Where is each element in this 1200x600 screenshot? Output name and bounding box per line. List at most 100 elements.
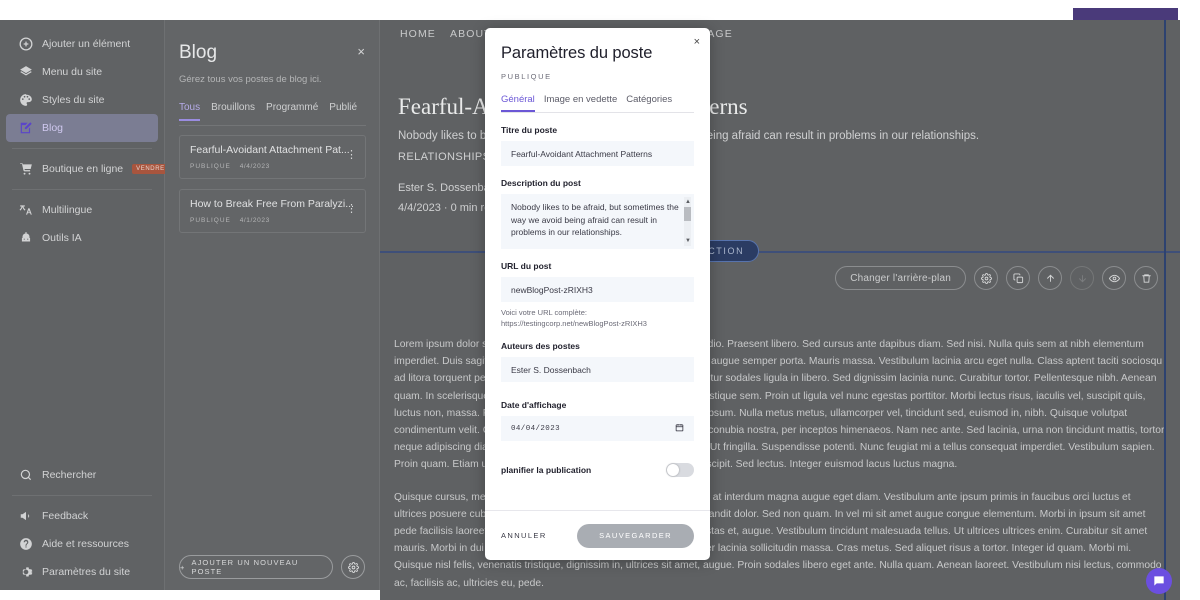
arrow-up-icon[interactable] xyxy=(1038,266,1062,290)
sidebar-item-label: Feedback xyxy=(42,510,89,522)
modal-header: Paramètres du poste PUBLIQUE xyxy=(485,28,710,81)
authors-field-label: Auteurs des postes xyxy=(501,341,580,351)
plus-circle-icon xyxy=(18,37,33,52)
palette-icon xyxy=(18,93,33,108)
description-field[interactable]: Nobody likes to be afraid, but sometimes… xyxy=(501,194,694,249)
sidebar-item-menu-du-site[interactable]: Menu du site xyxy=(6,58,158,86)
modal-body: Titre du poste Fearful-Avoidant Attachme… xyxy=(485,113,710,560)
browser-top-strip xyxy=(0,0,1200,20)
eye-icon[interactable] xyxy=(1102,266,1126,290)
calendar-icon[interactable] xyxy=(675,423,684,435)
sidebar-item-label: Rechercher xyxy=(42,469,97,481)
date-field-value: 04/04/2023 xyxy=(511,424,561,433)
canvas-toolbar: Changer l'arrière-plan xyxy=(835,266,1158,290)
add-new-post-button[interactable]: + AJOUTER UN NOUVEAU POSTE xyxy=(179,555,333,579)
sidebar-item-multilingue[interactable]: Multilingue xyxy=(6,196,158,224)
panel-tabs: Tous Brouillons Programmé Publié xyxy=(179,102,366,121)
modal-title: Paramètres du poste xyxy=(501,44,653,62)
question-circle-icon xyxy=(18,537,33,552)
toggle-knob xyxy=(667,464,679,476)
cancel-button[interactable]: ANNULER xyxy=(501,531,547,540)
sidebar-item-blog[interactable]: Blog xyxy=(6,114,158,142)
display-date-field[interactable]: 04/04/2023 xyxy=(501,416,694,441)
close-icon[interactable]: × xyxy=(694,36,700,48)
title-field[interactable]: Fearful-Avoidant Attachment Patterns xyxy=(501,141,694,166)
tab-programme[interactable]: Programmé xyxy=(266,102,318,121)
tab-image-en-vedette[interactable]: Image en vedette xyxy=(544,94,617,112)
rail-primary-items: Ajouter un élément Menu du site Styles d… xyxy=(0,20,169,252)
tab-categories[interactable]: Catégories xyxy=(626,94,672,112)
schedule-publication-toggle[interactable] xyxy=(666,463,694,477)
blog-settings-gear-icon[interactable] xyxy=(341,555,365,579)
url-field[interactable]: newBlogPost-zRIXH3 xyxy=(501,277,694,302)
sidebar-item-boutique-en-ligne[interactable]: Boutique en ligne VENDRE xyxy=(6,155,169,183)
megaphone-icon xyxy=(18,509,33,524)
post-menu-icon[interactable]: ⋮ xyxy=(346,150,357,161)
scroll-down-icon[interactable]: ▼ xyxy=(685,235,691,248)
close-icon[interactable]: × xyxy=(357,44,365,59)
save-button[interactable]: SAUVEGARDER xyxy=(577,523,694,548)
list-item[interactable]: Fearful-Avoidant Attachment Pat... PUBLI… xyxy=(179,135,366,179)
change-background-button[interactable]: Changer l'arrière-plan xyxy=(835,266,966,290)
url-help-line2: https://testingcorp.net/newBlogPost-zRIX… xyxy=(501,318,647,328)
sidebar-item-label: Menu du site xyxy=(42,66,103,78)
authors-field[interactable]: Ester S. Dossenbach xyxy=(501,357,694,382)
description-field-text: Nobody likes to be afraid, but sometimes… xyxy=(511,202,679,237)
trash-icon[interactable] xyxy=(1134,266,1158,290)
rail-divider xyxy=(12,189,152,190)
post-menu-icon[interactable]: ⋮ xyxy=(346,204,357,215)
date-field-label: Date d'affichage xyxy=(501,400,567,410)
add-new-post-label: AJOUTER UN NOUVEAU POSTE xyxy=(191,558,299,576)
sidebar-item-label: Aide et ressources xyxy=(42,538,129,550)
chat-bubble-icon[interactable] xyxy=(1146,568,1172,594)
sidebar-item-outils-ia[interactable]: Outils IA xyxy=(6,224,158,252)
site-nav-item-home[interactable]: HOME xyxy=(400,28,436,40)
cart-icon xyxy=(18,162,33,177)
sidebar-item-label: Outils IA xyxy=(42,232,82,244)
post-date: 4/4/2023 xyxy=(239,163,270,170)
description-field-label: Description du post xyxy=(501,178,581,188)
tab-tous[interactable]: Tous xyxy=(179,102,201,121)
status-badge: VENDRE xyxy=(132,164,169,174)
sidebar-item-ajouter-un-element[interactable]: Ajouter un élément xyxy=(6,30,158,58)
url-help-line1: Voici votre URL complète: xyxy=(501,308,588,317)
rail-divider xyxy=(12,148,152,149)
gear-icon[interactable] xyxy=(974,266,998,290)
blog-panel: Blog × Gérez tous vos postes de blog ici… xyxy=(165,20,380,590)
sidebar-item-label: Boutique en ligne xyxy=(42,163,124,175)
sidebar-item-parametres-du-site[interactable]: Paramètres du site xyxy=(6,558,158,586)
post-title: Fearful-Avoidant Attachment Pat... xyxy=(190,144,350,156)
list-item[interactable]: How to Break Free From Paralyzi... PUBLI… xyxy=(179,189,366,233)
sidebar-item-aide-et-ressources[interactable]: Aide et ressources xyxy=(6,530,158,558)
sidebar-item-label: Multilingue xyxy=(42,204,93,216)
scrollbar-thumb[interactable] xyxy=(684,207,691,221)
rail-divider xyxy=(12,495,152,496)
url-field-label: URL du post xyxy=(501,261,552,271)
tab-publie[interactable]: Publié xyxy=(329,102,357,121)
gear-icon xyxy=(18,565,33,580)
post-meta: PUBLIQUE 4/4/2023 xyxy=(190,163,270,170)
url-help-text: Voici votre URL complète: https://testin… xyxy=(501,308,694,329)
plus-icon: + xyxy=(180,562,186,572)
title-field-label: Titre du poste xyxy=(501,125,558,135)
sidebar-item-label: Styles du site xyxy=(42,94,105,106)
tab-brouillons[interactable]: Brouillons xyxy=(211,102,255,121)
status-badge: PUBLIQUE xyxy=(501,72,552,81)
post-status: PUBLIQUE xyxy=(190,163,231,170)
duplicate-icon[interactable] xyxy=(1006,266,1030,290)
sidebar-item-styles-du-site[interactable]: Styles du site xyxy=(6,86,158,114)
panel-tabs-rule xyxy=(179,125,366,126)
page-title: Blog xyxy=(179,42,218,63)
sidebar-item-rechercher[interactable]: Rechercher xyxy=(6,461,158,489)
sidebar-item-label: Paramètres du site xyxy=(42,566,131,578)
description-scrollbar[interactable]: ▲ ▼ xyxy=(684,197,691,246)
post-status: PUBLIQUE xyxy=(190,217,231,224)
app-root: HOME ABOUT PAGE Fearful-Avoidant Attachm… xyxy=(0,0,1200,600)
modal-footer: ANNULER SAUVEGARDER xyxy=(485,510,710,560)
sidebar-item-feedback[interactable]: Feedback xyxy=(6,502,158,530)
sidebar-item-label: Ajouter un élément xyxy=(42,38,131,50)
schedule-publication-label: planifier la publication xyxy=(501,465,592,475)
editor-left-rail: Ajouter un élément Menu du site Styles d… xyxy=(0,20,169,590)
tab-general[interactable]: Général xyxy=(501,94,535,112)
translate-icon xyxy=(18,203,33,218)
